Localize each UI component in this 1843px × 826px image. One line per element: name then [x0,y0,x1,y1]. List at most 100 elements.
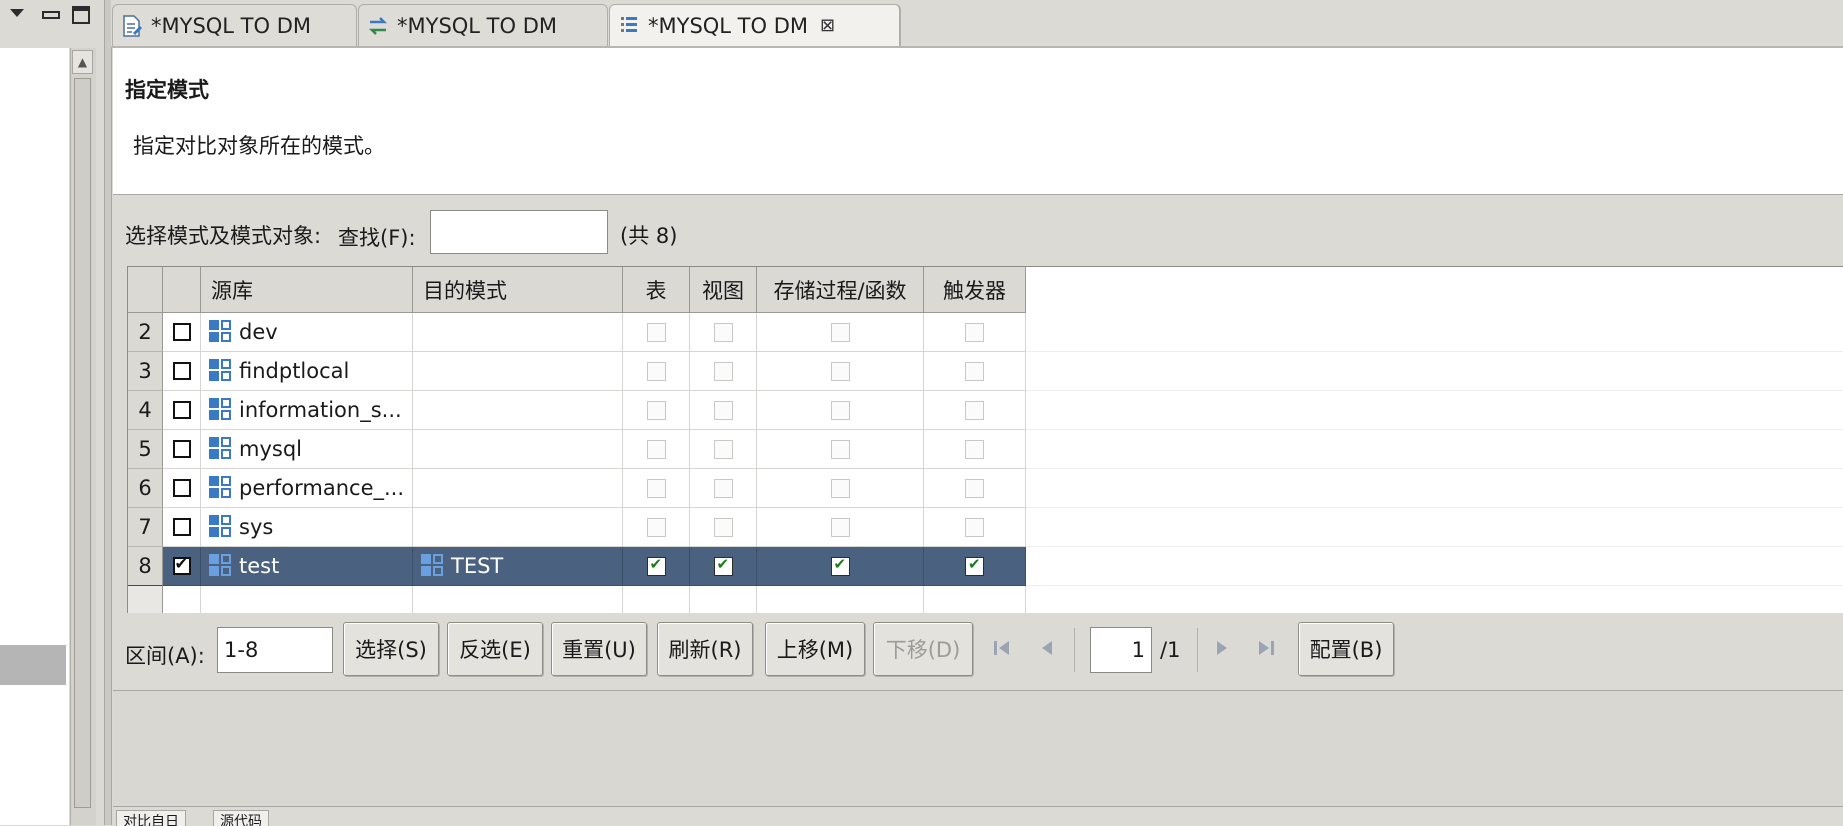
row-checkbox[interactable] [172,323,191,341]
triggers-cell[interactable] [924,352,1026,391]
minimize-icon[interactable] [42,6,60,24]
procedures-cell[interactable] [757,313,924,352]
row-checkbox[interactable] [172,401,191,419]
triggers-checkbox[interactable] [965,361,984,381]
triggers-checkbox[interactable] [965,478,984,498]
tab-mysql-to-dm-2[interactable]: *MYSQL TO DM [358,4,608,46]
procedures-checkbox[interactable] [830,478,850,498]
triggers-checkbox[interactable] [965,517,984,537]
header-target-schema[interactable]: 目的模式 [413,267,623,313]
views-cell[interactable] [690,313,757,352]
triggers-cell[interactable] [924,391,1026,430]
row-checkbox-cell[interactable] [163,391,201,430]
triggers-checkbox[interactable] [965,439,984,459]
row-checkbox-cell[interactable] [163,469,201,508]
target-schema-cell[interactable] [413,391,623,430]
tables-checkbox[interactable] [646,517,666,537]
procedures-checkbox[interactable] [830,361,850,381]
views-cell[interactable] [690,391,757,430]
config-button[interactable]: 配置(B) [1298,622,1394,676]
tables-cell[interactable] [623,391,690,430]
move-up-button[interactable]: 上移(M) [765,622,865,676]
triggers-checkbox[interactable] [965,322,984,342]
header-source-db[interactable]: 源库 [201,267,413,313]
previous-page-icon[interactable] [1035,634,1059,662]
source-db-cell[interactable]: performance_... [201,469,413,508]
procedures-cell[interactable] [757,469,924,508]
source-db-cell[interactable]: test [201,547,413,586]
tables-checkbox[interactable] [646,478,666,498]
table-row[interactable]: 3 findptlocal [128,352,1843,391]
tables-checkbox[interactable] [646,322,666,342]
procedures-checkbox[interactable] [830,555,850,576]
source-db-cell[interactable]: information_s... [201,391,413,430]
views-cell[interactable] [690,352,757,391]
row-checkbox-cell[interactable] [163,508,201,547]
table-row[interactable]: 8 test TEST [128,547,1843,586]
procedures-checkbox[interactable] [830,400,850,420]
views-checkbox[interactable] [713,439,733,459]
header-checkbox[interactable] [163,267,201,313]
views-cell[interactable] [690,469,757,508]
table-row[interactable]: 6 performance_... [128,469,1843,508]
views-checkbox[interactable] [713,400,733,420]
invert-selection-button[interactable]: 反选(E) [447,622,543,676]
row-checkbox-cell[interactable] [163,547,201,586]
range-input[interactable]: 1-8 [217,627,333,673]
procedures-cell[interactable] [757,547,924,586]
bottom-tab-source[interactable]: 源代码 [213,810,269,826]
procedures-cell[interactable] [757,508,924,547]
scroll-up-arrow-icon[interactable]: ▲ [72,50,93,74]
tab-mysql-to-dm-3[interactable]: *MYSQL TO DM ⊠ [609,4,901,46]
scrollbar-thumb[interactable] [74,78,91,808]
target-schema-cell[interactable] [413,313,623,352]
row-checkbox-cell[interactable] [163,352,201,391]
row-checkbox-cell[interactable] [163,430,201,469]
tab-mysql-to-dm-1[interactable]: *MYSQL TO DM [112,4,357,46]
left-view-selected-item[interactable] [0,645,66,685]
views-cell[interactable] [690,508,757,547]
source-db-cell[interactable]: dev [201,313,413,352]
views-checkbox[interactable] [713,555,733,576]
refresh-button[interactable]: 刷新(R) [657,622,753,676]
header-triggers[interactable]: 触发器 [924,267,1026,313]
tables-cell[interactable] [623,469,690,508]
tables-checkbox[interactable] [646,400,666,420]
triggers-checkbox[interactable] [965,555,984,576]
views-cell[interactable] [690,547,757,586]
tables-cell[interactable] [623,508,690,547]
target-schema-cell[interactable] [413,508,623,547]
row-checkbox[interactable] [172,554,191,575]
tables-cell[interactable] [623,352,690,391]
tables-checkbox[interactable] [646,555,666,576]
source-db-cell[interactable]: findptlocal [201,352,413,391]
procedures-checkbox[interactable] [830,439,850,459]
close-tab-icon[interactable]: ⊠ [820,15,835,36]
reset-button[interactable]: 重置(U) [551,622,647,676]
target-schema-cell[interactable]: TEST [413,547,623,586]
triggers-checkbox[interactable] [965,400,984,420]
move-down-button[interactable]: 下移(D) [873,622,973,676]
procedures-cell[interactable] [757,430,924,469]
triggers-cell[interactable] [924,313,1026,352]
procedures-cell[interactable] [757,352,924,391]
find-input[interactable] [430,210,608,254]
tables-checkbox[interactable] [646,361,666,381]
views-checkbox[interactable] [713,478,733,498]
views-checkbox[interactable] [713,361,733,381]
procedures-cell[interactable] [757,391,924,430]
bottom-tab-compare[interactable]: 对比自日 [116,810,186,826]
view-menu-chevron-down-icon[interactable] [8,6,26,20]
source-db-cell[interactable]: sys [201,508,413,547]
target-schema-cell[interactable] [413,430,623,469]
triggers-cell[interactable] [924,508,1026,547]
triggers-cell[interactable] [924,469,1026,508]
last-page-icon[interactable] [1254,634,1278,662]
procedures-checkbox[interactable] [830,517,850,537]
row-checkbox[interactable] [172,362,191,380]
header-procedures[interactable]: 存储过程/函数 [757,267,924,313]
tables-cell[interactable] [623,547,690,586]
maximize-icon[interactable] [72,6,90,24]
tables-checkbox[interactable] [646,439,666,459]
row-checkbox-cell[interactable] [163,313,201,352]
